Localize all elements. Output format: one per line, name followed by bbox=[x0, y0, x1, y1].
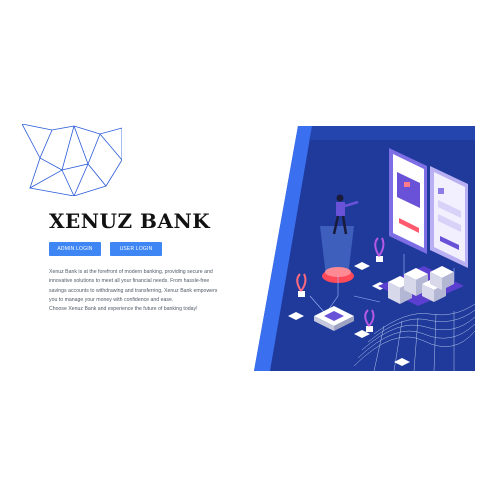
geometric-mesh-decoration bbox=[22, 124, 122, 196]
page-title: XENUZ BANK bbox=[49, 209, 211, 233]
description-text: Xenuz Bank is at the forefront of modern… bbox=[49, 268, 274, 314]
user-login-button[interactable]: USER LOGIN bbox=[110, 242, 162, 256]
description-line: Choose Xenuz Bank and experience the fut… bbox=[49, 306, 198, 313]
description-line: Xenuz Bank is at the forefront of modern… bbox=[49, 269, 213, 275]
description-line: innovative solutions to meet all your fi… bbox=[49, 278, 210, 285]
admin-login-button[interactable]: ADMIN LOGIN bbox=[49, 242, 101, 256]
description-line: you to manage your money with confidence… bbox=[49, 296, 174, 303]
hero-illustration bbox=[254, 126, 475, 371]
landing-page: XENUZ BANK ADMIN LOGIN USER LOGIN Xenuz … bbox=[0, 0, 500, 500]
description-line: savings accounts to withdrawing and tran… bbox=[49, 287, 218, 294]
